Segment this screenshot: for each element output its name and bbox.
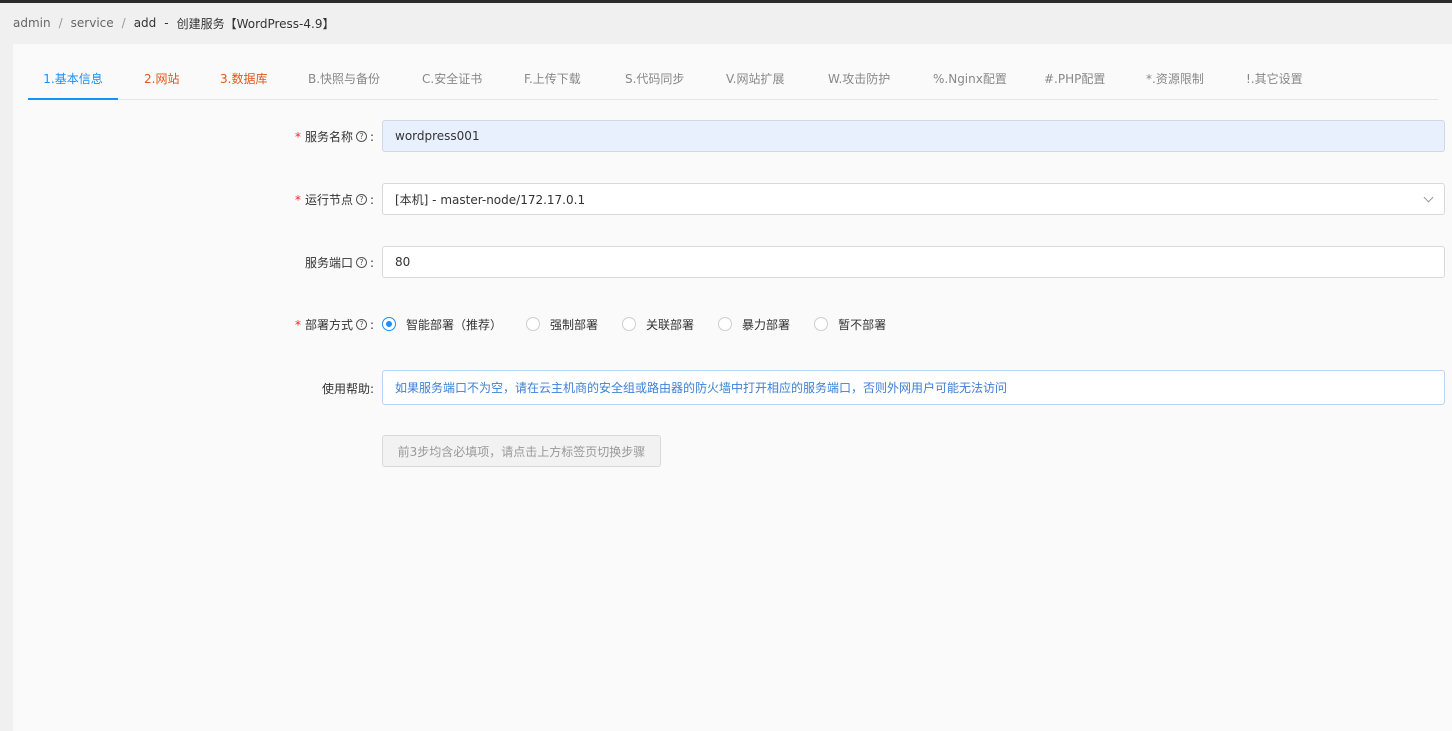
help-message-text: 如果服务端口不为空，请在云主机商的安全组或路由器的防火墙中打开相应的服务端口，否… <box>395 381 1008 395</box>
window-top-bar <box>0 0 1452 3</box>
radio-label: 暴力部署 <box>742 317 791 332</box>
form-row-run-node: * 运行节点 ? : [本机] - master-node/172.17.0.1 <box>13 183 1452 215</box>
radio-dot[interactable] <box>526 317 541 331</box>
radio-brute-deploy[interactable]: 暴力部署 <box>718 316 790 333</box>
breadcrumb-service[interactable]: service <box>71 16 114 30</box>
form-row-service-port: 服务端口 ? : 80 <box>13 246 1452 278</box>
run-node-value: [本机] - master-node/172.17.0.1 <box>395 192 586 207</box>
run-node-label: * 运行节点 ? : <box>295 191 374 208</box>
tab-resource-limit[interactable]: *.资源限制 <box>1146 64 1204 100</box>
radio-dot[interactable] <box>718 317 733 331</box>
help-label-text: 使用帮助: <box>321 382 374 396</box>
deploy-mode-label: * 部署方式 ? : <box>295 316 374 333</box>
submit-button-disabled[interactable]: 前3步均含必填项，请点击上方标签页切换步骤 <box>382 435 661 467</box>
tab-basic-info[interactable]: 1.基本信息 <box>28 64 118 100</box>
breadcrumb-dash: - <box>164 16 169 30</box>
radio-label: 关联部署 <box>646 317 695 332</box>
help-label: 使用帮助: <box>322 380 374 397</box>
radio-linked-deploy[interactable]: 关联部署 <box>622 316 694 333</box>
tab-php-config[interactable]: #.PHP配置 <box>1044 64 1105 100</box>
label-colon: : <box>369 192 374 207</box>
radio-force-deploy[interactable]: 强制部署 <box>526 316 598 333</box>
service-name-input[interactable]: wordpress001 <box>382 120 1445 152</box>
tab-nginx-config[interactable]: %.Nginx配置 <box>933 64 1007 100</box>
breadcrumb-add: add <box>133 16 157 30</box>
question-circle-icon[interactable]: ? <box>355 194 367 205</box>
label-colon: : <box>369 255 374 270</box>
tab-ssl-cert[interactable]: C.安全证书 <box>422 64 482 100</box>
question-circle-icon[interactable]: ? <box>355 257 367 268</box>
form-row-help: 使用帮助: 如果服务端口不为空，请在云主机商的安全组或路由器的防火墙中打开相应的… <box>13 370 1452 405</box>
page-title: 创建服务【WordPress-4.9】 <box>176 16 335 31</box>
radio-no-deploy[interactable]: 暂不部署 <box>814 316 886 333</box>
breadcrumb-separator: / <box>58 16 63 30</box>
service-port-value: 80 <box>395 255 411 269</box>
tab-code-sync[interactable]: S.代码同步 <box>625 64 684 100</box>
deploy-mode-radio-group: 智能部署（推荐） 强制部署 关联部署 暴力部署 暂不部署 <box>382 314 910 334</box>
chevron-down-icon <box>1423 192 1434 203</box>
tab-database[interactable]: 3.数据库 <box>220 64 267 100</box>
radio-label: 强制部署 <box>550 317 599 332</box>
label-colon: : <box>369 317 374 332</box>
radio-dot[interactable] <box>382 317 396 331</box>
required-mark: * <box>294 317 301 332</box>
required-mark: * <box>294 192 301 207</box>
form-row-service-name: * 服务名称 ? : wordpress001 <box>13 120 1452 152</box>
tab-attack-protection[interactable]: W.攻击防护 <box>828 64 890 100</box>
deploy-mode-label-text: 部署方式 <box>304 318 353 332</box>
run-node-label-text: 运行节点 <box>304 193 353 207</box>
service-name-value: wordpress001 <box>395 129 480 143</box>
service-port-label: 服务端口 ? : <box>305 254 374 271</box>
required-mark: * <box>294 129 301 144</box>
main-panel: 1.基本信息 2.网站 3.数据库 B.快照与备份 C.安全证书 F.上传下载 … <box>13 44 1452 731</box>
form-row-deploy-mode: * 部署方式 ? : 智能部署（推荐） 强制部署 关联部署 暴力部署 暂不部署 <box>13 314 1452 334</box>
radio-label: 暂不部署 <box>838 317 887 332</box>
question-circle-icon[interactable]: ? <box>355 131 367 142</box>
service-port-label-text: 服务端口 <box>304 256 353 270</box>
breadcrumb: admin / service / add - 创建服务【WordPress-4… <box>13 14 334 32</box>
radio-dot[interactable] <box>622 317 637 331</box>
breadcrumb-separator: / <box>121 16 126 30</box>
question-circle-icon[interactable]: ? <box>355 319 367 330</box>
submit-button-label: 前3步均含必填项，请点击上方标签页切换步骤 <box>397 444 646 459</box>
radio-dot[interactable] <box>814 317 829 331</box>
run-node-select[interactable]: [本机] - master-node/172.17.0.1 <box>382 183 1445 215</box>
tab-snapshot-backup[interactable]: B.快照与备份 <box>308 64 380 100</box>
label-colon: : <box>369 129 374 144</box>
tab-website[interactable]: 2.网站 <box>144 64 179 100</box>
service-name-label-text: 服务名称 <box>304 130 353 144</box>
tab-bar: 1.基本信息 2.网站 3.数据库 B.快照与备份 C.安全证书 F.上传下载 … <box>28 64 1438 100</box>
tab-other-settings[interactable]: !.其它设置 <box>1246 64 1303 100</box>
radio-label: 智能部署（推荐） <box>406 317 503 332</box>
tab-site-extension[interactable]: V.网站扩展 <box>726 64 784 100</box>
service-name-label: * 服务名称 ? : <box>295 128 374 145</box>
help-message-box: 如果服务端口不为空，请在云主机商的安全组或路由器的防火墙中打开相应的服务端口，否… <box>382 370 1445 405</box>
breadcrumb-admin[interactable]: admin <box>13 16 51 30</box>
service-port-input[interactable]: 80 <box>382 246 1445 278</box>
radio-smart-deploy[interactable]: 智能部署（推荐） <box>382 316 502 333</box>
active-tab-indicator <box>28 98 118 100</box>
tab-upload-download[interactable]: F.上传下载 <box>524 64 581 100</box>
